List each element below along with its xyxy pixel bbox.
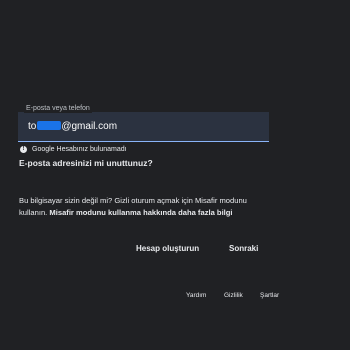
email-field[interactable]: to @gmail.com xyxy=(18,112,269,142)
guest-mode-text-line2: kullanın. Misafir modunu kullanma hakkın… xyxy=(19,207,269,219)
guest-mode-learn-more-link[interactable]: Misafir modunu kullanma hakkında daha fa… xyxy=(49,208,232,217)
create-account-button[interactable]: Hesap oluşturun xyxy=(136,244,199,254)
guest-mode-text-line1: Bu bilgisayar sizin değil mi? Gizli otur… xyxy=(19,196,247,205)
guest-mode-text-prefix: kullanın. xyxy=(19,208,50,217)
footer-terms-link[interactable]: Şartlar xyxy=(260,292,279,300)
guest-mode-notice: Bu bilgisayar sizin değil mi? Gizli otur… xyxy=(19,195,269,219)
redaction-mark xyxy=(37,121,62,130)
email-input-value[interactable]: to @gmail.com xyxy=(28,121,117,133)
info-icon: ! xyxy=(20,145,27,153)
next-button[interactable]: Sonraki xyxy=(229,244,258,254)
error-message: ! Google Hesabınız bulunamadı xyxy=(20,144,127,154)
forgot-email-link[interactable]: E-posta adresinizi mi unuttunuz? xyxy=(19,158,153,169)
footer-help-link[interactable]: Yardım xyxy=(186,292,206,300)
error-text: Google Hesabınız bulunamadı xyxy=(32,145,127,153)
footer-privacy-link[interactable]: Gizlilik xyxy=(224,292,243,300)
sign-in-page: to @gmail.com E-posta veya telefon ! Goog… xyxy=(0,0,350,350)
email-field-label: E-posta veya telefon xyxy=(24,104,92,113)
